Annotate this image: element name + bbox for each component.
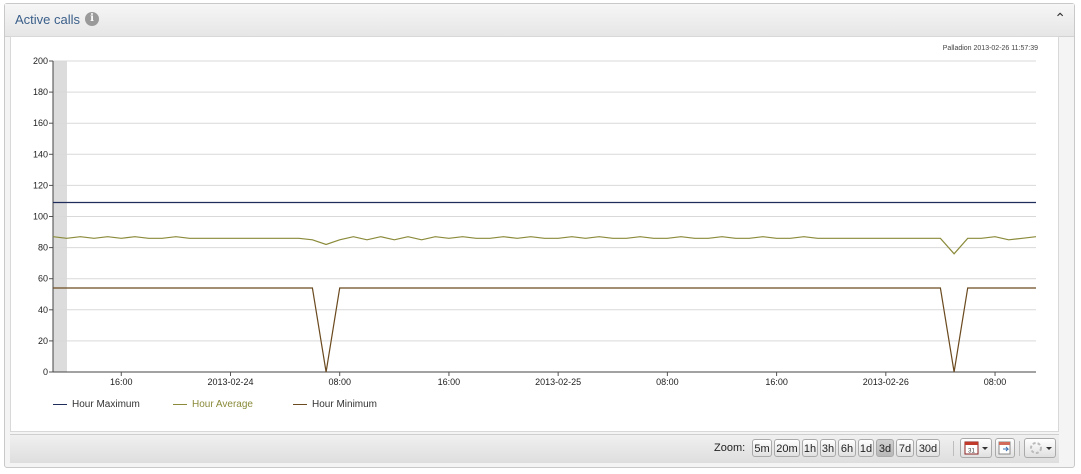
- y-tick-label: 180: [33, 87, 48, 97]
- toolbar-separator: [953, 441, 954, 456]
- y-tick-label: 100: [33, 212, 48, 222]
- y-tick-label: 160: [33, 118, 48, 128]
- calendar-day: 31: [968, 449, 975, 455]
- y-tick-label: 120: [33, 180, 48, 190]
- zoom-button-6h[interactable]: 6h: [838, 439, 856, 457]
- x-tick-label: 16:00: [765, 377, 788, 387]
- info-icon[interactable]: i: [85, 12, 99, 26]
- y-tick-label: 20: [38, 336, 48, 346]
- y-tick-label: 200: [33, 56, 48, 66]
- x-tick-label: 16:00: [110, 377, 133, 387]
- chart-footer-toolbar: Zoom: 5m 20m 1h 3h 6h 1d 3d 7d 30d 31: [10, 434, 1059, 463]
- legend-label: Hour Average: [192, 399, 253, 410]
- calendar-dropdown-icon[interactable]: 31: [960, 438, 992, 458]
- x-tick-label: 2013-02-24: [207, 377, 253, 387]
- y-tick-label: 140: [33, 149, 48, 159]
- x-tick-label: 08:00: [328, 377, 351, 387]
- y-tick-label: 60: [38, 274, 48, 284]
- x-tick-label: 2013-02-25: [535, 377, 581, 387]
- refresh-dropdown-icon[interactable]: [1024, 438, 1056, 458]
- panel-title: Active calls: [15, 12, 81, 27]
- y-tick-label: 40: [38, 305, 48, 315]
- series-line-hour-minimum: [53, 287, 1036, 373]
- zoom-button-1d[interactable]: 1d: [858, 439, 874, 457]
- export-icon[interactable]: [995, 438, 1015, 458]
- zoom-button-30d[interactable]: 30d: [916, 439, 940, 457]
- legend-swatch: [293, 403, 307, 405]
- legend-item[interactable]: Hour Maximum: [53, 399, 140, 410]
- legend-item[interactable]: Hour Minimum: [293, 399, 377, 410]
- panel-header: Active calls i ⌃: [5, 4, 1074, 37]
- zoom-button-20m[interactable]: 20m: [774, 439, 800, 457]
- zoom-button-3d[interactable]: 3d: [876, 439, 894, 457]
- chart-area: Palladion 2013-02-26 11:57:39 0 20 40 60 80 1…: [10, 36, 1059, 432]
- legend-label: Hour Minimum: [312, 399, 378, 410]
- series-line-hour-average: [52, 236, 1037, 255]
- toolbar-separator: [1019, 441, 1020, 456]
- chevron-up-icon[interactable]: ⌃: [1054, 10, 1066, 27]
- x-tick-label: 16:00: [438, 377, 461, 387]
- legend-swatch: [173, 403, 187, 405]
- zoom-button-5m[interactable]: 5m: [752, 439, 772, 457]
- legend-label: Hour Maximum: [72, 399, 140, 410]
- zoom-button-1h[interactable]: 1h: [802, 439, 818, 457]
- chart-svg: 0 20 40 60 80 100 120 140 160 180 200 16:00 2013-02-…: [33, 56, 1037, 387]
- legend-item[interactable]: Hour Average: [173, 399, 253, 410]
- x-tick-label: 2013-02-26: [863, 377, 909, 387]
- y-tick-label: 0: [43, 367, 48, 377]
- zoom-button-3h[interactable]: 3h: [820, 439, 836, 457]
- x-tick-label: 08:00: [984, 377, 1007, 387]
- zoom-label: Zoom:: [714, 442, 746, 454]
- y-tick-label: 80: [38, 243, 48, 253]
- x-tick-label: 08:00: [656, 377, 679, 387]
- legend-swatch: [53, 403, 67, 405]
- zoom-button-7d[interactable]: 7d: [896, 439, 914, 457]
